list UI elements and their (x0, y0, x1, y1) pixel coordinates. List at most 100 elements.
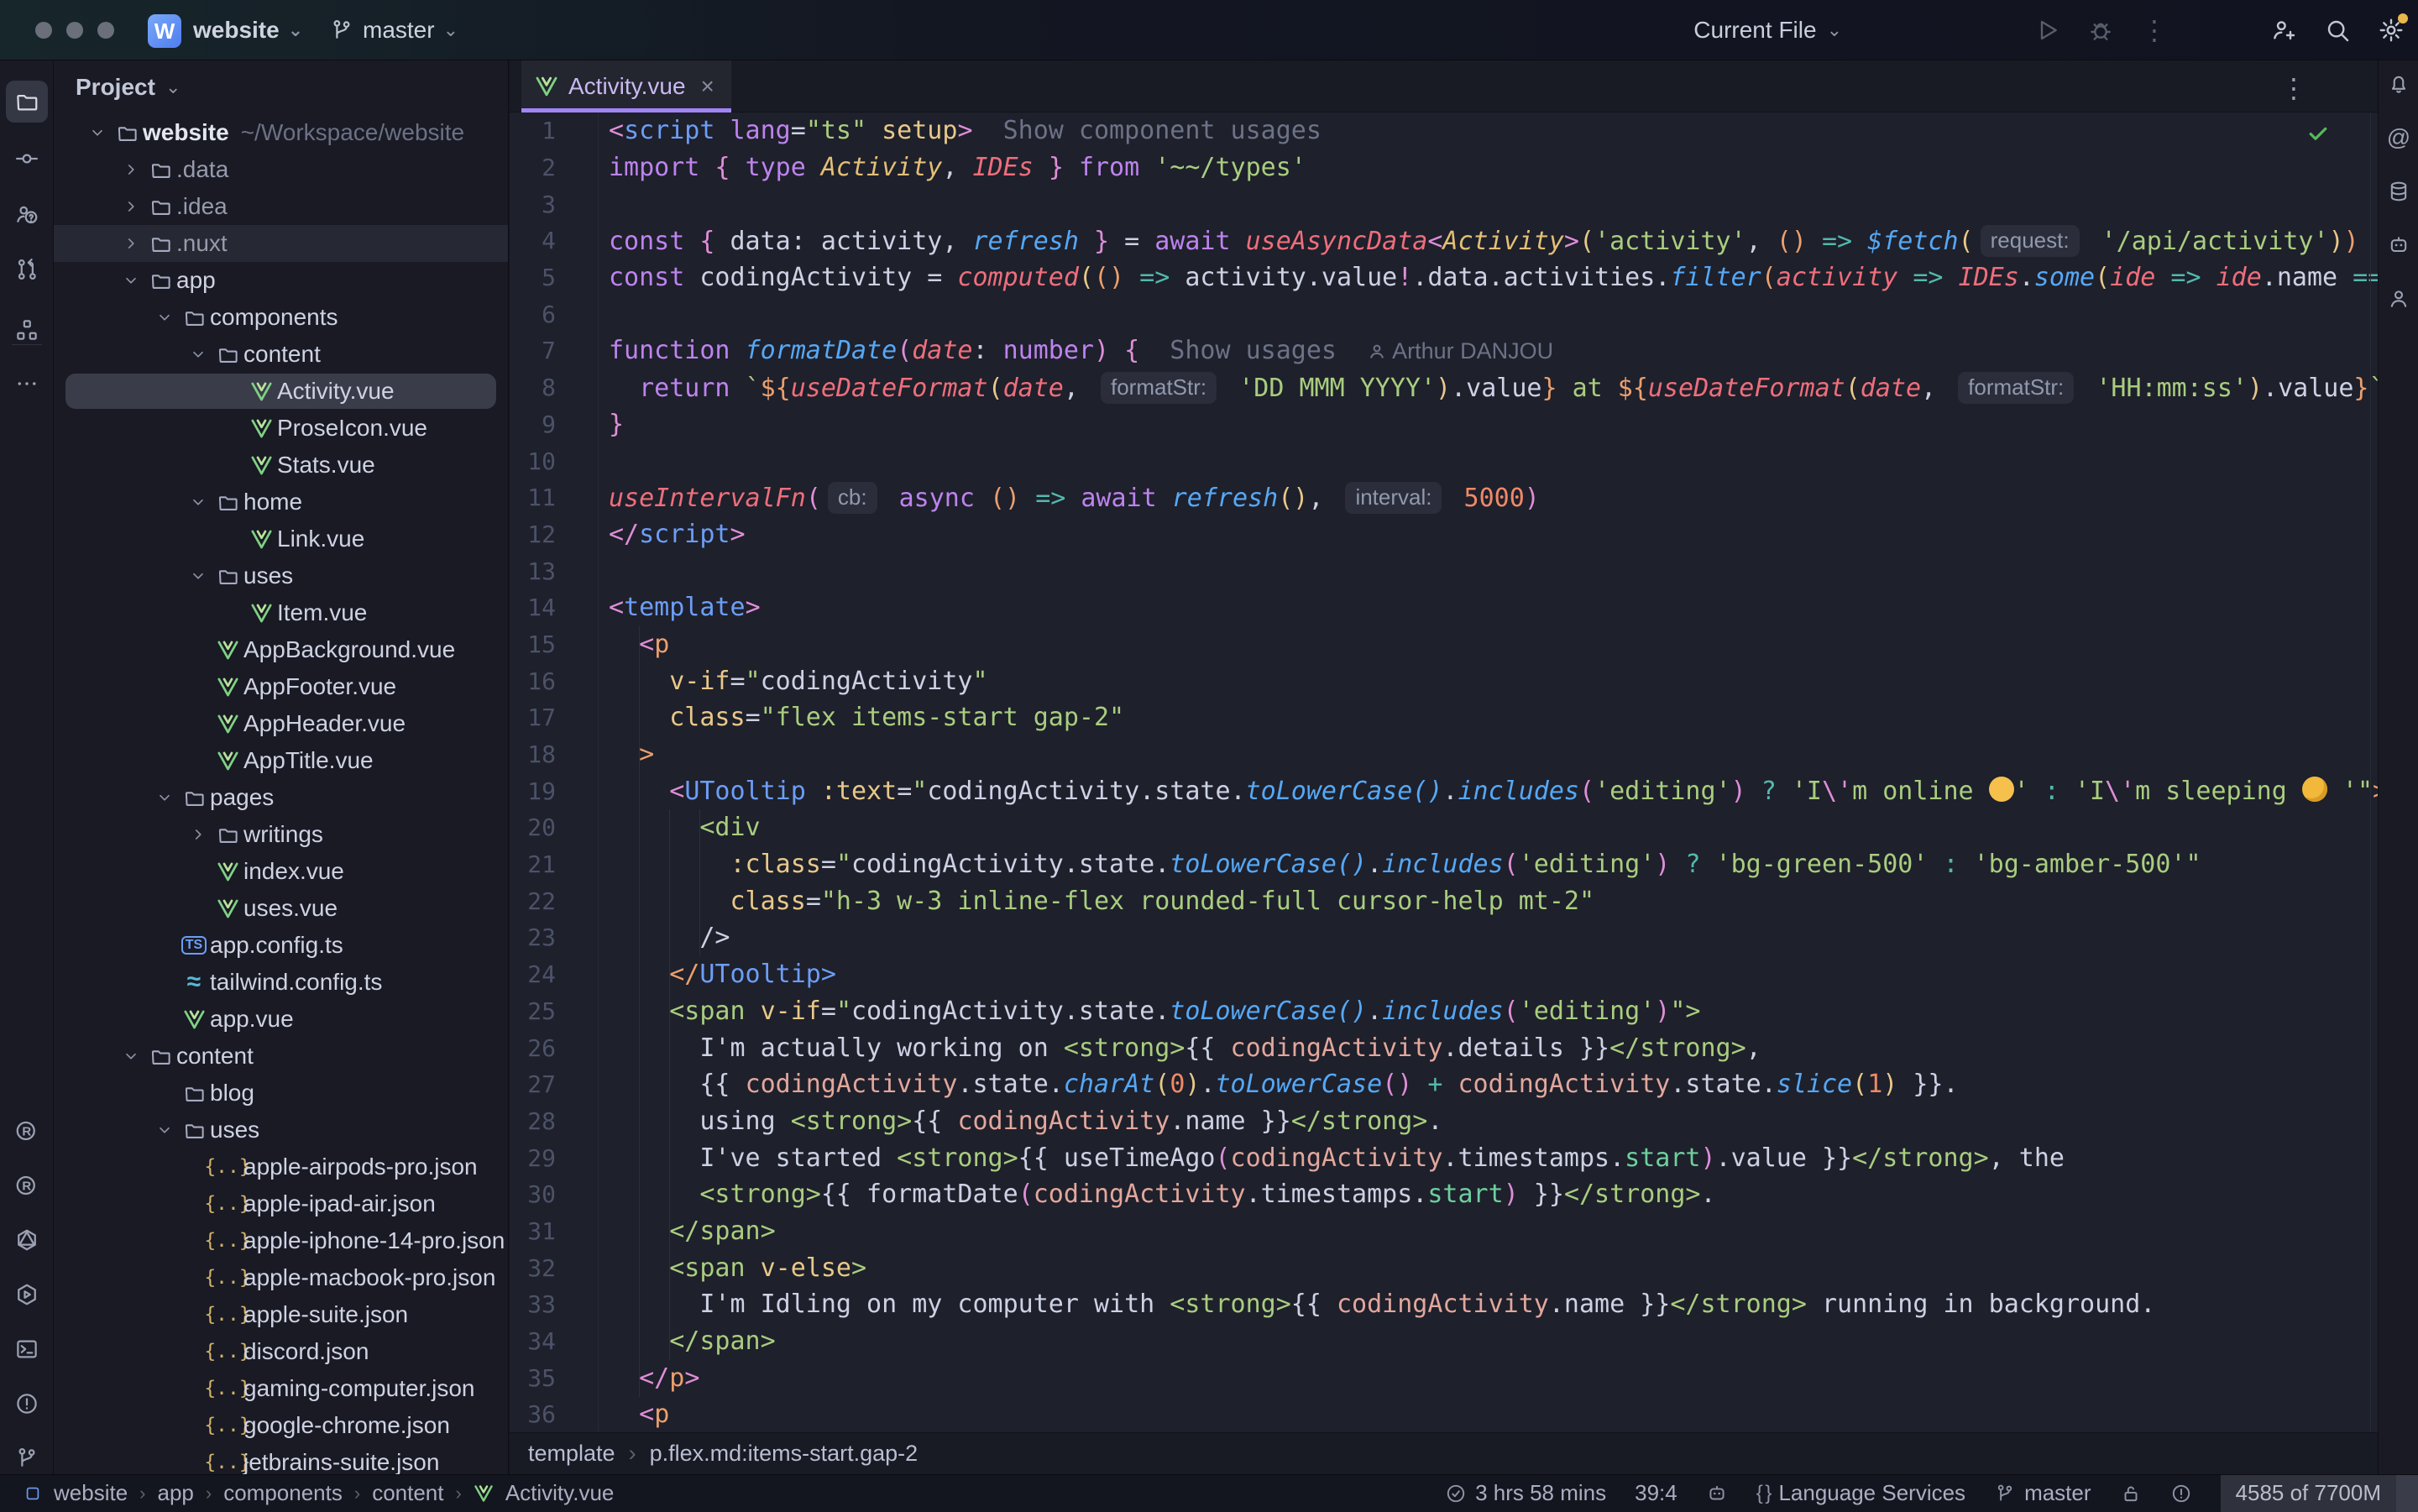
tree-row--data[interactable]: .data (54, 151, 508, 188)
tree-row-blog[interactable]: blog (54, 1075, 508, 1112)
window-close-button[interactable] (35, 22, 52, 39)
status-widget-unlock[interactable] (2120, 1483, 2142, 1504)
tool-terminal-icon[interactable] (6, 1328, 48, 1370)
author-inlay[interactable]: Arthur DANJOU (1367, 338, 1553, 364)
tree-row-app[interactable]: app (54, 262, 508, 299)
tree-row--idea[interactable]: .idea (54, 188, 508, 225)
code-line-5[interactable]: 5const codingActivity = computed(() => a… (510, 259, 2378, 296)
chevron-right-icon[interactable] (185, 825, 212, 844)
tool-ai-chat-icon[interactable] (2382, 228, 2415, 262)
code-line-4[interactable]: 4const { data: activity, refresh } = awa… (510, 222, 2378, 259)
tree-row-website[interactable]: website~/Workspace/website (54, 114, 508, 151)
code-line-15[interactable]: 15 <p (510, 626, 2378, 663)
tree-row-google-chrome-json[interactable]: {..}google-chrome.json (54, 1407, 508, 1444)
code-line-6[interactable]: 6 (510, 296, 2378, 332)
chevron-right-icon[interactable] (118, 160, 144, 179)
branch-selector[interactable]: master ⌄ (329, 0, 458, 60)
tree-row-discord-json[interactable]: {..}discord.json (54, 1333, 508, 1370)
status-path-item[interactable]: content (372, 1480, 443, 1506)
chevron-down-icon[interactable] (118, 271, 144, 290)
tool-services-icon[interactable] (6, 1274, 48, 1316)
tree-row-writings[interactable]: writings (54, 816, 508, 853)
project-panel-header[interactable]: Project ⌄ (54, 60, 508, 114)
code-line-12[interactable]: 12</script> (510, 516, 2378, 553)
code-line-7[interactable]: 7function formatDate(date: number) { Sho… (510, 332, 2378, 369)
code-line-2[interactable]: 2import { type Activity, IDEs } from '~~… (510, 149, 2378, 186)
tool-notifications-icon[interactable] (2382, 67, 2415, 101)
tree-row-apptitle-vue[interactable]: AppTitle.vue (54, 742, 508, 779)
status-widget-master[interactable]: master (1994, 1480, 2091, 1506)
status-widget-3-hrs-58-mins[interactable]: 3 hrs 58 mins (1445, 1480, 1606, 1506)
tool-pull-requests-icon[interactable] (6, 249, 48, 290)
tree-row-gaming-computer-json[interactable]: {..}gaming-computer.json (54, 1370, 508, 1407)
run-configuration-selector[interactable]: Current File ⌄ (1693, 0, 1842, 60)
settings-icon[interactable] (2364, 0, 2418, 60)
tool-r-plugin-2-icon[interactable]: R (6, 1164, 48, 1206)
window-controls[interactable] (35, 22, 114, 39)
tool-git-branch-icon[interactable] (6, 1437, 48, 1479)
inspections-ok-icon[interactable] (2305, 121, 2331, 146)
tree-row-components[interactable]: components (54, 299, 508, 336)
tree-row-link-vue[interactable]: Link.vue (54, 521, 508, 557)
more-kebab-icon[interactable]: ⋮ (2128, 0, 2181, 60)
code-editor[interactable]: 1<script lang="ts" setup> Show component… (510, 112, 2378, 1432)
chevron-down-icon[interactable] (84, 123, 111, 142)
tree-row-activity-vue[interactable]: Activity.vue (54, 373, 508, 410)
tool-project-folder-icon[interactable] (6, 81, 48, 123)
status-current-file[interactable]: Activity.vue (505, 1480, 615, 1506)
code-line-22[interactable]: 22 class="h-3 w-3 inline-flex rounded-fu… (510, 882, 2378, 919)
tool-ai-assistant-icon[interactable]: @ (2382, 121, 2415, 154)
code-line-32[interactable]: 32 <span v-else> (510, 1249, 2378, 1286)
code-line-24[interactable]: 24 </UTooltip> (510, 956, 2378, 993)
code-line-26[interactable]: 26 I'm actually working on <strong>{{ co… (510, 1029, 2378, 1066)
status-widget-ai-robot[interactable] (1706, 1483, 1728, 1504)
code-line-31[interactable]: 31 </span> (510, 1213, 2378, 1250)
window-minimize-button[interactable] (66, 22, 83, 39)
code-line-29[interactable]: 29 I've started <strong>{{ useTimeAgo(co… (510, 1139, 2378, 1176)
breadcrumb-item[interactable]: template (528, 1441, 615, 1467)
status-widget-language-services[interactable]: { }Language Services (1756, 1480, 1965, 1506)
tree-row-apple-airpods-pro-json[interactable]: {..}apple-airpods-pro.json (54, 1148, 508, 1185)
tool-r-plugin-icon[interactable]: R (6, 1110, 48, 1152)
chevron-down-icon[interactable] (185, 345, 212, 364)
code-line-9[interactable]: 9} (510, 406, 2378, 443)
tree-row-stats-vue[interactable]: Stats.vue (54, 447, 508, 484)
tool-more-icon[interactable] (6, 363, 48, 405)
chevron-down-icon[interactable] (151, 1121, 178, 1139)
code-line-10[interactable]: 10 (510, 442, 2378, 479)
code-line-8[interactable]: 8 return `${useDateFormat(date, formatSt… (510, 369, 2378, 406)
tree-row-apple-macbook-pro-json[interactable]: {..}apple-macbook-pro.json (54, 1259, 508, 1296)
tree-row-pages[interactable]: pages (54, 779, 508, 816)
code-line-18[interactable]: 18 > (510, 736, 2378, 773)
tool-profile-icon[interactable] (2382, 282, 2415, 316)
editor-options-kebab-icon[interactable]: ⋮ (2280, 72, 2307, 104)
close-icon[interactable]: × (701, 73, 714, 100)
tree-row-home[interactable]: home (54, 484, 508, 521)
tree-row-apple-iphone-14-pro-json[interactable]: {..}apple-iphone-14-pro.json (54, 1222, 508, 1259)
tool-commit-icon[interactable] (6, 138, 48, 180)
tree-row-uses[interactable]: uses (54, 1112, 508, 1148)
tree-row-index-vue[interactable]: index.vue (54, 853, 508, 890)
tree-row-appfooter-vue[interactable]: AppFooter.vue (54, 668, 508, 705)
search-icon[interactable] (2311, 0, 2364, 60)
status-widget-39-4[interactable]: 39:4 (1635, 1480, 1677, 1506)
tree-row-item-vue[interactable]: Item.vue (54, 594, 508, 631)
tree-row-appheader-vue[interactable]: AppHeader.vue (54, 705, 508, 742)
code-line-35[interactable]: 35 </p> (510, 1359, 2378, 1396)
code-line-30[interactable]: 30 <strong>{{ formatDate(codingActivity.… (510, 1176, 2378, 1213)
chevron-down-icon[interactable] (185, 567, 212, 585)
code-line-3[interactable]: 3 (510, 186, 2378, 222)
tree-row-proseicon-vue[interactable]: ProseIcon.vue (54, 410, 508, 447)
tab-activity-vue[interactable]: Activity.vue × (521, 60, 731, 112)
debug-icon[interactable] (2074, 0, 2128, 60)
code-line-20[interactable]: 20 <div (510, 809, 2378, 846)
tool-code-with-me-icon[interactable] (6, 193, 48, 235)
code-line-33[interactable]: 33 I'm Idling on my computer with <stron… (510, 1286, 2378, 1323)
tool-structure-icon[interactable] (6, 309, 48, 351)
tree-row--nuxt[interactable]: .nuxt (54, 225, 508, 262)
window-zoom-button[interactable] (97, 22, 114, 39)
code-line-36[interactable]: 36 <p (510, 1396, 2378, 1432)
code-line-28[interactable]: 28 using <strong>{{ codingActivity.name … (510, 1103, 2378, 1140)
tree-row-apple-suite-json[interactable]: {..}apple-suite.json (54, 1296, 508, 1333)
code-line-21[interactable]: 21 :class="codingActivity.state.toLowerC… (510, 846, 2378, 883)
